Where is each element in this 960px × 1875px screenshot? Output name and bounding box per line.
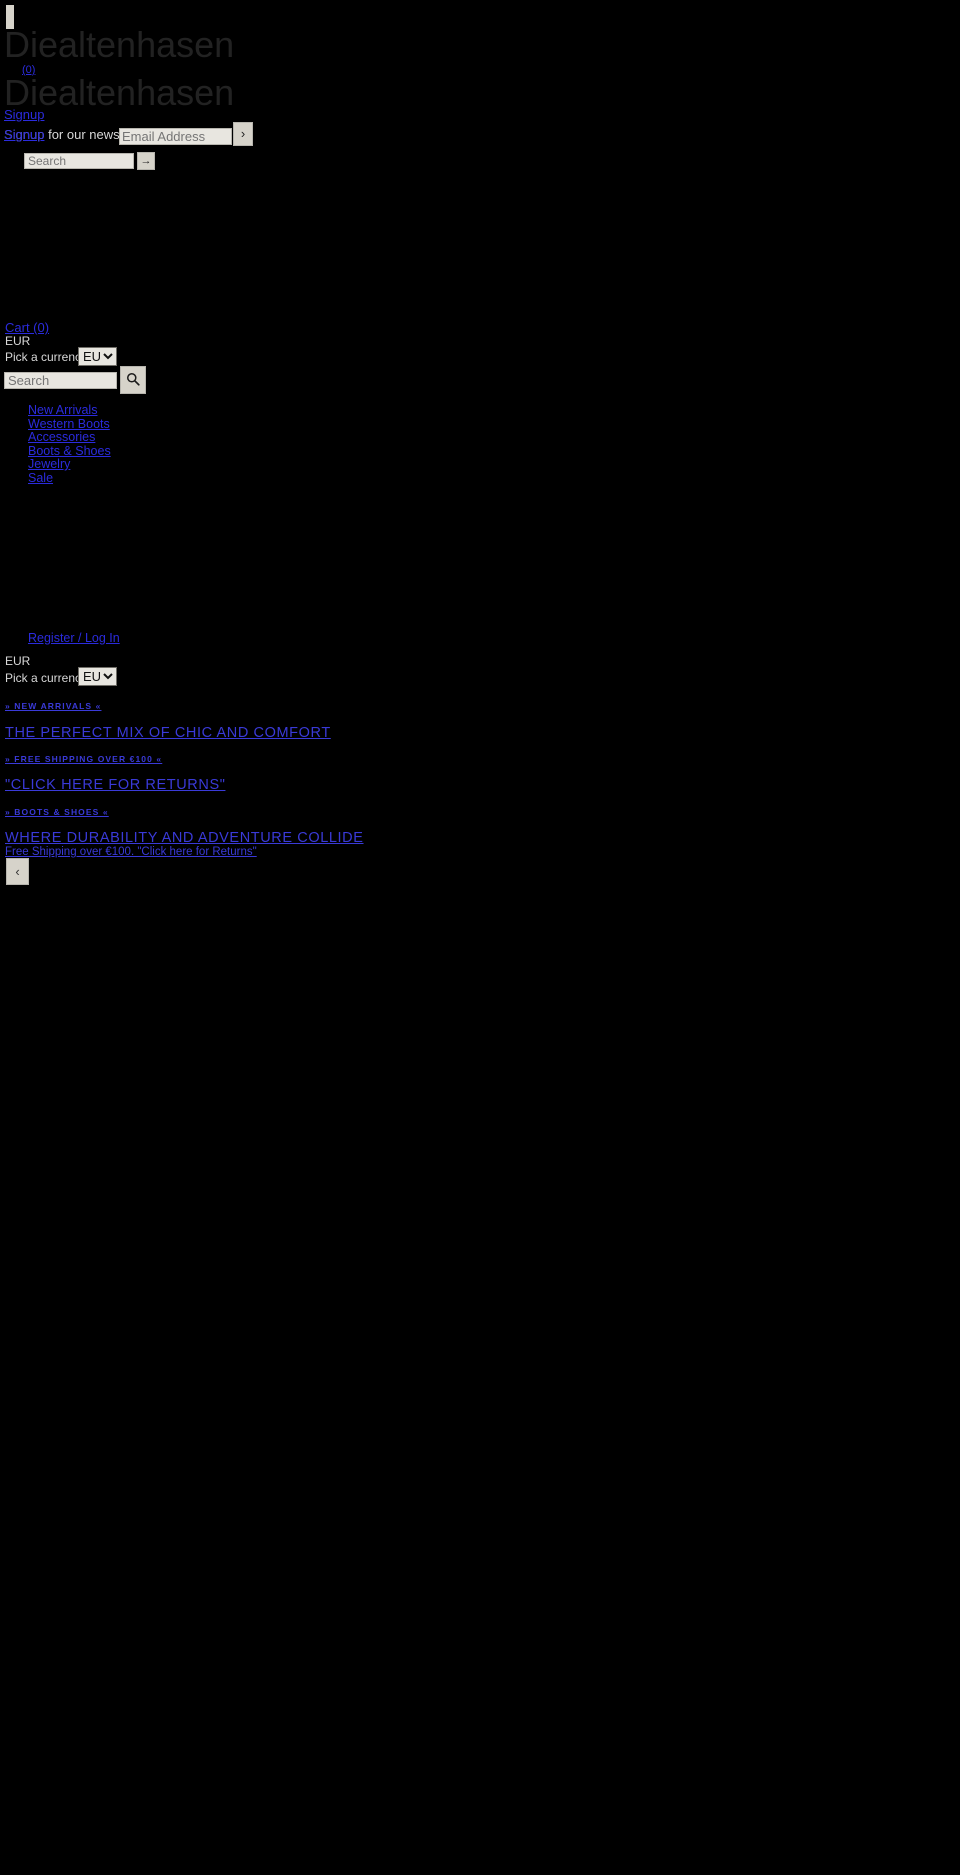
currency-code: EUR (5, 334, 31, 348)
nav-item-jewelry[interactable]: Jewelry (28, 458, 248, 471)
search-icon (126, 372, 140, 389)
slide-2-eyebrow[interactable]: » FREE SHIPPING OVER €100 « (5, 754, 162, 764)
top-search-input[interactable] (24, 153, 134, 169)
cart-link[interactable]: Cart (0) (5, 320, 49, 335)
slide-1-heading[interactable]: THE PERFECT MIX OF CHIC AND COMFORT (5, 725, 331, 741)
nav-item-accessories[interactable]: Accessories (28, 431, 248, 444)
nav-item-sale[interactable]: Sale (28, 471, 248, 485)
slide-3-subheading[interactable]: Free Shipping over €100. "Click here for… (5, 846, 257, 858)
newsletter-prompt-overlay: Signup (4, 127, 45, 142)
currency-select-secondary[interactable]: EUR (78, 667, 117, 686)
currency-code-secondary: EUR (5, 654, 31, 668)
currency-select[interactable]: EUR (78, 347, 117, 366)
nav-item-new-arrivals[interactable]: New Arrivals (28, 404, 248, 417)
newsletter-submit-button[interactable]: › (233, 122, 253, 146)
slide-3-eyebrow[interactable]: » BOOTS & SHOES « (5, 807, 109, 817)
nav-item-western-boots[interactable]: Western Boots (28, 417, 248, 431)
newsletter-email-input[interactable] (119, 128, 232, 145)
currency-picker-label-secondary: Pick a currency (5, 671, 88, 685)
slide-3-heading[interactable]: WHERE DURABILITY AND ADVENTURE COLLIDE (5, 830, 364, 846)
search-submit-button[interactable] (120, 366, 146, 394)
primary-nav: New Arrivals Western Boots Accessories B… (28, 404, 248, 485)
slide-2-heading[interactable]: "CLICK HERE FOR RETURNS" (5, 777, 225, 793)
currency-picker-label: Pick a currency (5, 350, 88, 364)
site-wordmark-primary: Diealtenhasen (4, 24, 235, 65)
top-search-submit-button[interactable]: → (137, 152, 155, 170)
search-input[interactable] (4, 372, 117, 389)
slide-1-eyebrow[interactable]: » NEW ARRIVALS « (5, 701, 101, 711)
signup-link[interactable]: Signup (4, 107, 44, 122)
register-login-link[interactable]: Register / Log In (28, 631, 120, 645)
slider-prev-button[interactable]: ‹ (6, 858, 29, 885)
nav-item-boots-shoes[interactable]: Boots & Shoes (28, 444, 248, 458)
